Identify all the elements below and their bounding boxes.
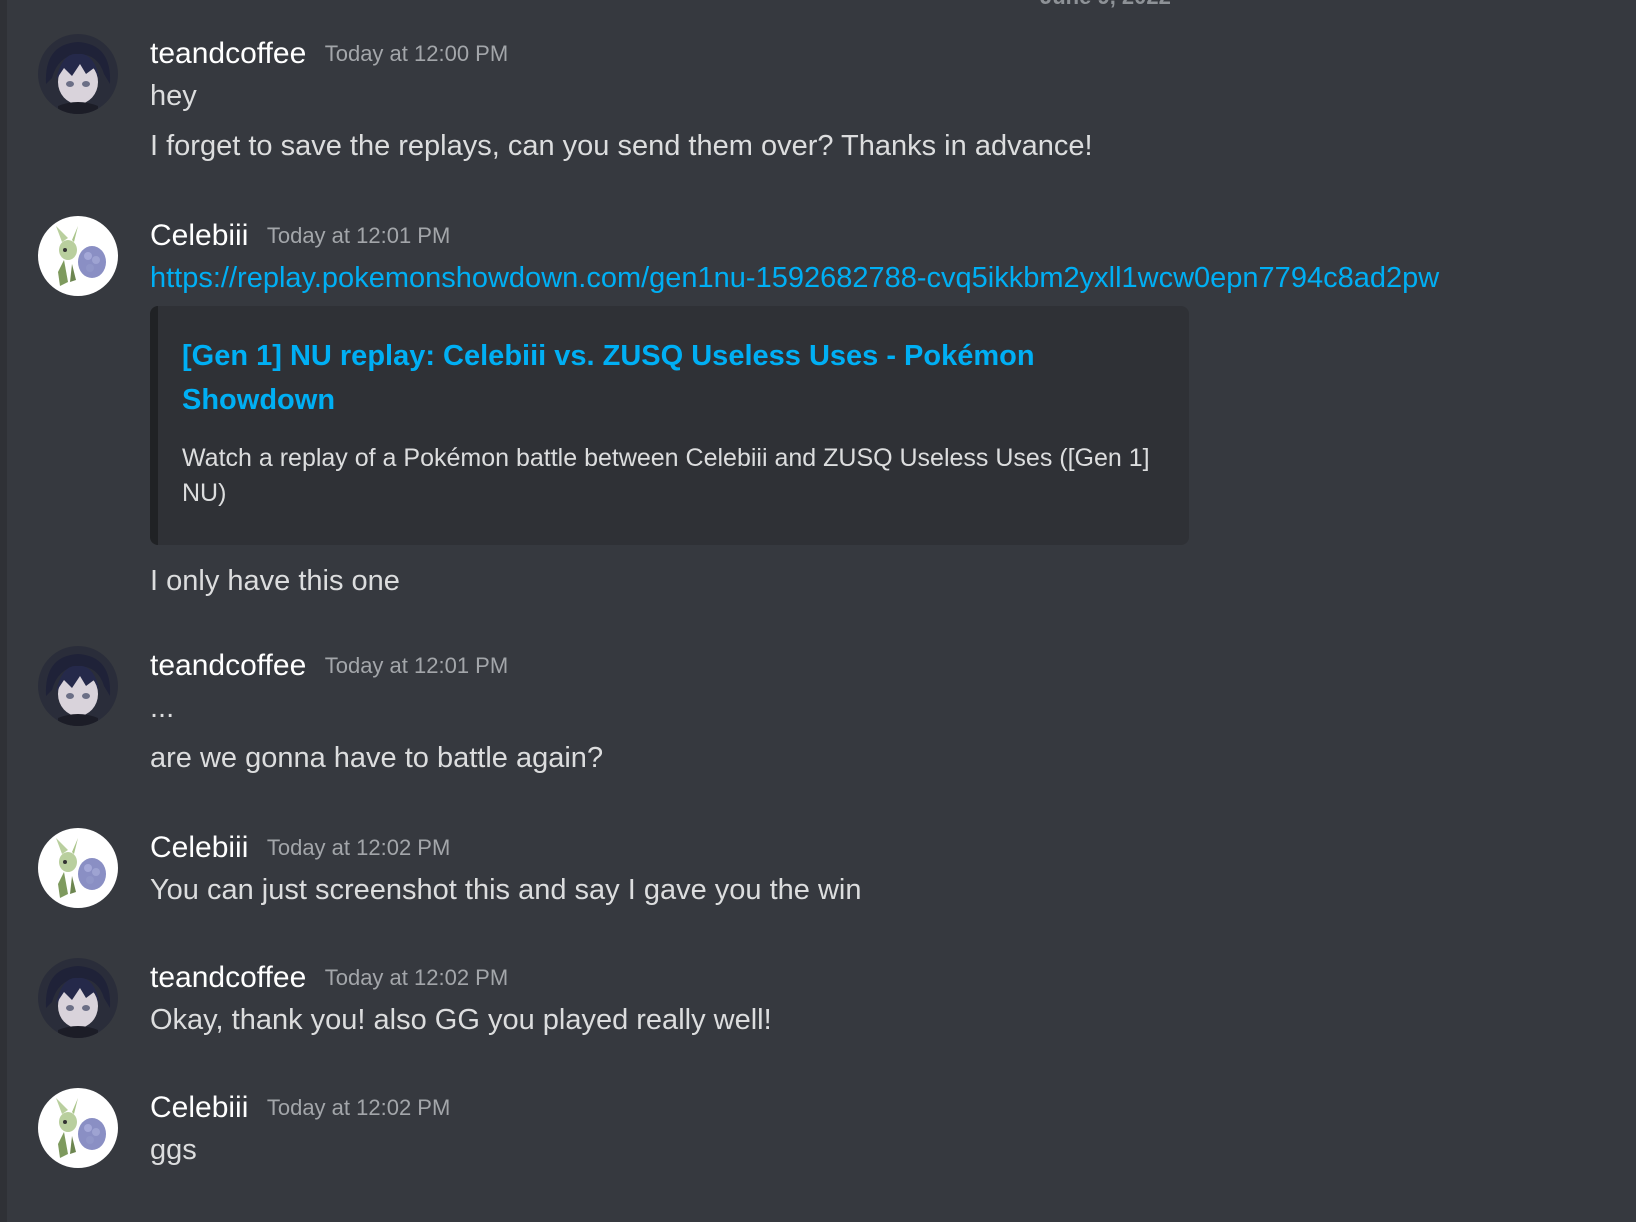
avatar[interactable] xyxy=(38,828,118,908)
message-text: ggs xyxy=(150,1134,197,1166)
message-header: Celebiii Today at 12:02 PM xyxy=(150,828,450,868)
message-text: hey xyxy=(150,80,197,112)
message-header: Celebiii Today at 12:02 PM xyxy=(150,1088,450,1128)
username[interactable]: Celebiii xyxy=(150,1091,248,1124)
timestamp: Today at 12:01 PM xyxy=(266,223,451,248)
timestamp: Today at 12:01 PM xyxy=(324,653,509,678)
message-link-line: https://replay.pokemonshowdown.com/gen1n… xyxy=(150,258,1439,298)
username[interactable]: teandcoffee xyxy=(150,649,306,682)
message-text: I only have this one xyxy=(150,565,400,597)
message-text: are we gonna have to battle again? xyxy=(150,742,604,774)
timestamp: Today at 12:02 PM xyxy=(266,1095,451,1120)
message-text: Okay, thank you! also GG you played real… xyxy=(150,1004,772,1036)
timestamp: Today at 12:00 PM xyxy=(324,41,509,66)
message-header: teandcoffee Today at 12:02 PM xyxy=(150,958,508,998)
celebi-avatar-icon xyxy=(38,828,118,908)
channel-left-edge xyxy=(0,0,7,1222)
message-header: teandcoffee Today at 12:01 PM xyxy=(150,646,508,686)
message-header: Celebiii Today at 12:01 PM xyxy=(150,216,450,256)
message-text: You can just screenshot this and say I g… xyxy=(150,874,862,906)
message-header: teandcoffee Today at 12:00 PM xyxy=(150,34,508,74)
avatar[interactable] xyxy=(38,1088,118,1168)
anime-character-avatar-icon xyxy=(38,646,118,726)
celebi-avatar-icon xyxy=(38,1088,118,1168)
link-embed: [Gen 1] NU replay: Celebiii vs. ZUSQ Use… xyxy=(150,306,1189,545)
message-text: I forget to save the replays, can you se… xyxy=(150,130,1093,162)
embed-description: Watch a replay of a Pokémon battle betwe… xyxy=(182,444,1150,507)
avatar[interactable] xyxy=(38,646,118,726)
timestamp: Today at 12:02 PM xyxy=(266,835,451,860)
embed-title-link[interactable]: [Gen 1] NU replay: Celebiii vs. ZUSQ Use… xyxy=(182,334,1082,422)
celebi-avatar-icon xyxy=(38,216,118,296)
timestamp: Today at 12:02 PM xyxy=(324,965,509,990)
anime-character-avatar-icon xyxy=(38,34,118,114)
date-divider: June 9, 2022 xyxy=(1040,0,1171,10)
username[interactable]: Celebiii xyxy=(150,831,248,864)
username[interactable]: teandcoffee xyxy=(150,37,306,70)
username[interactable]: teandcoffee xyxy=(150,961,306,994)
avatar[interactable] xyxy=(38,216,118,296)
message-text: ... xyxy=(150,692,175,724)
avatar[interactable] xyxy=(38,958,118,1038)
anime-character-avatar-icon xyxy=(38,958,118,1038)
avatar[interactable] xyxy=(38,34,118,114)
replay-link[interactable]: https://replay.pokemonshowdown.com/gen1n… xyxy=(150,262,1439,294)
username[interactable]: Celebiii xyxy=(150,219,248,252)
